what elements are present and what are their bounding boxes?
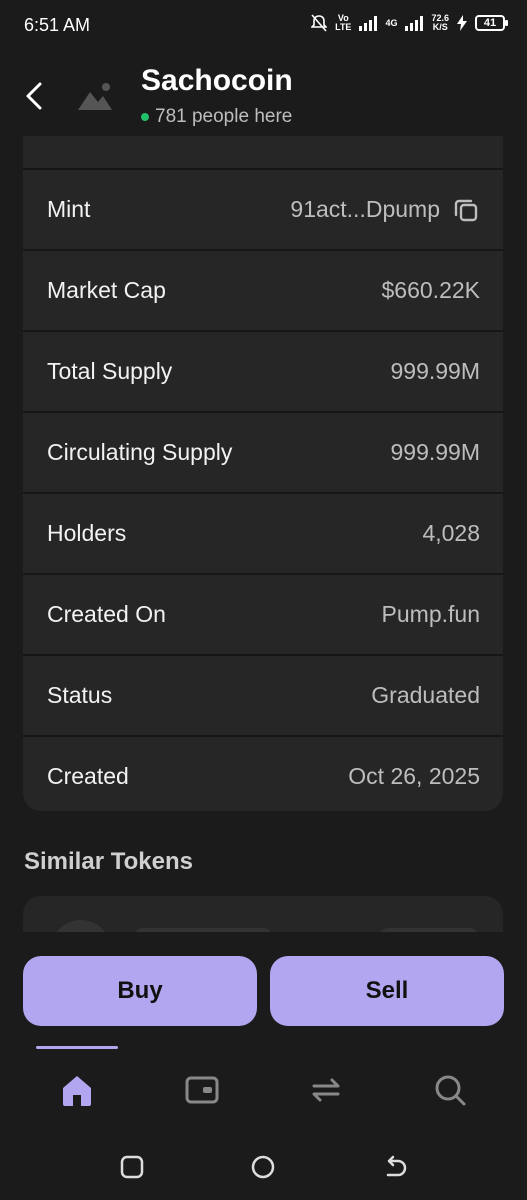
detail-row: Total Supply 999.99M: [23, 332, 503, 413]
presence-indicator: 781 people here: [141, 106, 292, 128]
detail-row: Created Oct 26, 2025: [23, 737, 503, 811]
back-arrow-icon[interactable]: [18, 78, 52, 114]
wallet-icon[interactable]: [182, 1070, 222, 1110]
scrolled-row-stub: [23, 136, 503, 170]
page-title: Sachocoin: [141, 64, 293, 97]
detail-value-wrap: Graduated: [371, 682, 480, 709]
detail-value-wrap: 91act...Dpump: [290, 196, 480, 224]
charging-icon: [457, 15, 467, 31]
trade-actions: Buy Sell: [23, 956, 504, 1026]
detail-label: Mint: [47, 196, 91, 222]
detail-value-wrap: Oct 26, 2025: [348, 763, 480, 790]
volte-icon: Vo LTE: [335, 13, 352, 32]
detail-label: Created: [47, 763, 129, 789]
search-icon[interactable]: [430, 1070, 470, 1110]
bell-off-icon: [311, 14, 328, 32]
copy-icon[interactable]: [452, 196, 480, 224]
system-nav-bar: [0, 1144, 527, 1188]
detail-rows: Mint 91act...Dpump Market Cap $660.22K Total…: [23, 170, 503, 811]
token-details-card: Mint 91act...Dpump Market Cap $660.22K Total…: [23, 136, 503, 811]
detail-label: Circulating Supply: [47, 439, 233, 465]
buy-button[interactable]: Buy: [23, 956, 257, 1026]
back-icon[interactable]: [380, 1152, 410, 1182]
detail-row: Market Cap $660.22K: [23, 251, 503, 332]
battery-icon: 41: [475, 15, 508, 31]
image-placeholder-icon: [78, 83, 112, 110]
detail-value: 999.99M: [390, 439, 480, 465]
token-name-placeholder: [133, 928, 273, 932]
recents-icon[interactable]: [117, 1152, 147, 1182]
battery-level: 41: [483, 17, 497, 29]
token-avatar-placeholder: [51, 920, 111, 932]
detail-value: 999.99M: [390, 358, 480, 384]
detail-row: Holders 4,028: [23, 494, 503, 575]
detail-value: $660.22K: [381, 277, 480, 303]
home-icon[interactable]: [57, 1070, 97, 1110]
detail-row: Status Graduated: [23, 656, 503, 737]
home-circle-icon[interactable]: [248, 1152, 278, 1182]
net-speed: 72.6 K/S: [431, 14, 449, 32]
detail-label: Total Supply: [47, 358, 173, 384]
detail-value: Graduated: [371, 682, 480, 708]
detail-row: Created On Pump.fun: [23, 575, 503, 656]
detail-label: Holders: [47, 520, 127, 546]
swap-icon[interactable]: [306, 1070, 346, 1110]
chat-header: Sachocoin 781 people here: [0, 56, 527, 136]
detail-value: 4,028: [422, 520, 480, 546]
detail-value-wrap: $660.22K: [382, 277, 480, 304]
detail-value-wrap: 999.99M: [390, 439, 480, 466]
similar-token-card[interactable]: [23, 896, 503, 932]
status-icons: Vo LTE 4G 72.6 K/S 41: [311, 13, 508, 32]
status-bar: 6:51 AM Vo LTE 4G 72.6 K/S 41: [0, 0, 527, 52]
detail-value-wrap: 4,028: [422, 520, 480, 547]
detail-row: Circulating Supply 999.99M: [23, 413, 503, 494]
detail-value-wrap: Pump.fun: [382, 601, 480, 628]
similar-tokens-heading: Similar Tokens: [24, 848, 193, 875]
detail-label: Status: [47, 682, 113, 708]
status-time: 6:51 AM: [24, 15, 91, 35]
online-dot: [141, 113, 149, 121]
presence-text: 781 people here: [155, 106, 293, 127]
detail-value: Pump.fun: [381, 601, 480, 627]
token-value-placeholder: [379, 928, 479, 932]
detail-value: 91act...Dpump: [290, 196, 440, 222]
detail-row: Mint 91act...Dpump: [23, 170, 503, 251]
detail-label: Market Cap: [47, 277, 166, 303]
detail-value: Oct 26, 2025: [348, 763, 480, 789]
detail-label: Created On: [47, 601, 166, 627]
signal-2-icon: [405, 15, 424, 31]
4g-signal-icon: 4G: [385, 17, 398, 28]
net-speed-unit: K/S: [432, 22, 448, 32]
sell-button[interactable]: Sell: [270, 956, 504, 1026]
bottom-nav: [0, 1040, 527, 1130]
detail-value-wrap: 999.99M: [390, 358, 480, 385]
active-tab-indicator: [36, 1046, 118, 1049]
signal-icon: [359, 15, 378, 31]
